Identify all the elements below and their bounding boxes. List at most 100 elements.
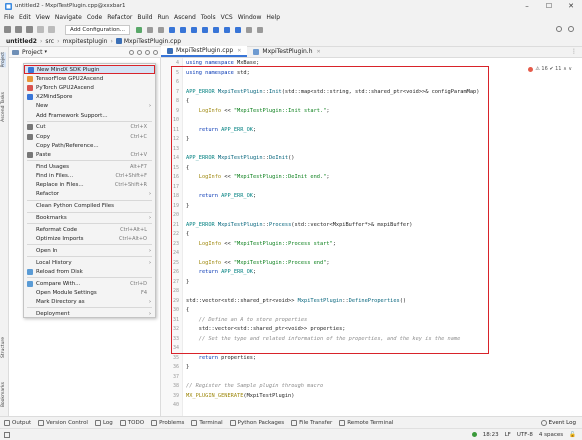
code-line[interactable]: { (186, 98, 189, 104)
code-line[interactable]: MX_PLUGIN_GENERATE(MxpiTestPlugin) (186, 393, 294, 399)
structure-tool-tab[interactable]: Structure (1, 337, 6, 358)
ascend-log-icon[interactable] (223, 26, 230, 33)
menu-item-reformat-code[interactable]: Reformat Code Ctrl+Alt+L (24, 225, 155, 234)
save-icon[interactable] (15, 26, 22, 33)
collapse-all-icon[interactable] (137, 49, 142, 55)
code-line[interactable]: { (186, 165, 189, 171)
lock-icon[interactable]: 🔓 (569, 432, 576, 438)
menu-item-refactor[interactable]: Refactor › (24, 190, 155, 199)
menu-item-local-history[interactable]: Local History › (24, 258, 155, 267)
bookmarks-tool-tab[interactable]: Bookmarks (1, 382, 6, 407)
menu-item-new[interactable]: New › (24, 102, 155, 111)
code-line[interactable]: APP_ERROR MxpiTestPlugin::Init(std::map<… (186, 89, 479, 95)
code-line[interactable]: } (186, 364, 189, 370)
tab-output[interactable]: Output (4, 419, 31, 426)
menu-item-reload-from-disk[interactable]: Reload from Disk (24, 267, 155, 276)
menu-item-replace-in-files[interactable]: Replace in Files... Ctrl+Shift+R (24, 181, 155, 190)
toggle-tool-windows-icon[interactable] (4, 431, 10, 438)
code-line[interactable]: LogInfo << "MxpiTestPlugin::DeInit end."… (186, 174, 330, 180)
menu-item-add-framework-support[interactable]: Add Framework Support... (24, 111, 155, 120)
tab-log[interactable]: Log (94, 419, 113, 426)
tab-todo[interactable]: TODO (119, 419, 144, 426)
code-line[interactable]: std::vector<std::shared_ptr<void>> MxpiT… (186, 298, 406, 304)
menu-item-compare-with[interactable]: Compare With... Ctrl+D (24, 279, 155, 288)
indent-setting[interactable]: 4 spaces (539, 432, 563, 438)
menu-item-deployment[interactable]: Deployment › (24, 309, 155, 318)
code-line[interactable]: LogInfo << "MxpiTestPlugin::Process end"… (186, 260, 330, 266)
menu-item-copy[interactable]: Copy Ctrl+C (24, 132, 155, 141)
menu-item-x2mindspore[interactable]: X2MindSpore (24, 93, 155, 102)
ascend-settings-icon[interactable] (245, 26, 252, 33)
back-icon[interactable] (37, 26, 44, 33)
menu-item-cut[interactable]: Cut Ctrl+X (24, 123, 155, 132)
tab-mxpitestplugin-cpp[interactable]: MxpiTestPlugin.cpp ✕ (161, 46, 248, 57)
breadcrumb-folder[interactable]: mxpitestplugin (63, 38, 108, 45)
ascend-model-icon[interactable] (179, 26, 186, 33)
menu-item-clean-python-compiled-files[interactable]: Clean Python Compiled Files (24, 202, 155, 211)
close-button[interactable]: ✕ (560, 0, 582, 12)
code-line[interactable]: using namespace MxBase; (186, 60, 259, 66)
menu-item-optimize-imports[interactable]: Optimize Imports Ctrl+Alt+O (24, 234, 155, 243)
code-line[interactable]: return APP_ERR_OK; (186, 193, 256, 199)
menu-tools[interactable]: Tools (201, 14, 216, 21)
menu-refactor[interactable]: Refactor (107, 14, 132, 21)
hide-panel-icon[interactable] (153, 49, 158, 55)
code-line[interactable]: return APP_ERR_OK; (186, 127, 256, 133)
file-encoding[interactable]: UTF-8 (517, 432, 533, 438)
ascend-tool-icon[interactable] (212, 26, 219, 33)
menu-build[interactable]: Build (137, 14, 152, 21)
tab-problems[interactable]: Problems (151, 419, 184, 426)
forward-icon[interactable] (48, 26, 55, 33)
options-gear-icon[interactable] (145, 49, 150, 55)
refresh-icon[interactable] (26, 26, 33, 33)
menu-item-tensorflow-gpu2ascend[interactable]: TensorFlow GPU2Ascend (24, 74, 155, 83)
breadcrumb-file[interactable]: MxpiTestPlugin.cpp (124, 38, 181, 45)
menu-navigate[interactable]: Navigate (55, 14, 82, 21)
more-tabs-icon[interactable]: ⋮ (571, 48, 577, 55)
tab-file-transfer[interactable]: File Transfer (291, 419, 332, 426)
code-line[interactable]: LogInfo << "MxpiTestPlugin::Init start."… (186, 108, 330, 114)
menu-ascend[interactable]: Ascend (174, 14, 196, 21)
caret-position[interactable]: 18:23 (483, 432, 499, 438)
tab-version-control[interactable]: Version Control (38, 419, 88, 426)
tab-terminal[interactable]: Terminal (191, 419, 223, 426)
code-line[interactable]: std::vector<std::shared_ptr<void>> prope… (186, 326, 346, 332)
settings-gear-icon[interactable] (568, 26, 574, 32)
close-tab-icon[interactable]: ✕ (237, 48, 241, 54)
code-line[interactable]: LogInfo << "MxpiTestPlugin::Process star… (186, 241, 336, 247)
code-line[interactable]: { (186, 231, 189, 237)
code-line[interactable]: APP_ERROR MxpiTestPlugin::DeInit() (186, 155, 294, 161)
ascend-profile-icon[interactable] (201, 26, 208, 33)
search-icon[interactable] (556, 26, 562, 32)
tab-mxpitestplugin-h[interactable]: MxpiTestPlugin.h ✕ (247, 46, 326, 57)
menu-run[interactable]: Run (157, 14, 169, 21)
menu-item-find-usages[interactable]: Find Usages Alt+F7 (24, 162, 155, 171)
inspection-widget[interactable]: ⚠ 16 ✔ 11 ∧ ∨ (528, 66, 572, 72)
ascend-tasks-tool-tab[interactable]: Ascend Tasks (1, 92, 6, 122)
menu-edit[interactable]: Edit (19, 14, 31, 21)
menu-item-open-in[interactable]: Open In › (24, 246, 155, 255)
build-icon[interactable] (157, 26, 164, 33)
menu-item-paste[interactable]: Paste Ctrl+V (24, 150, 155, 159)
chevron-down-icon[interactable]: ▾ (45, 49, 48, 55)
menu-item-pytorch-gpu2ascend[interactable]: PyTorch GPU2Ascend (24, 83, 155, 92)
code-line[interactable]: } (186, 136, 189, 142)
code-line[interactable]: } (186, 279, 189, 285)
menu-item-find-in-files[interactable]: Find in Files... Ctrl+Shift+F (24, 171, 155, 180)
menu-item-open-module-settings[interactable]: Open Module Settings F4 (24, 288, 155, 297)
breadcrumb-src[interactable]: src (45, 38, 54, 45)
event-log-tab[interactable]: Event Log (540, 419, 576, 426)
ascend-deploy-icon[interactable] (190, 26, 197, 33)
code-line[interactable]: } (186, 203, 189, 209)
menu-help[interactable]: Help (266, 14, 280, 21)
run-icon[interactable] (135, 26, 142, 33)
ascend-convert-icon[interactable] (168, 26, 175, 33)
minimize-button[interactable]: – (516, 0, 538, 12)
ascend-sdk-icon[interactable] (234, 26, 241, 33)
code-editor[interactable]: ⚠ 16 ✔ 11 ∧ ∨ 4 5 6 7 8 9 10 11 12 13 14 15 16 17 18 19… (161, 58, 582, 416)
menu-file[interactable]: File (4, 14, 14, 21)
menu-item-bookmarks[interactable]: Bookmarks › (24, 213, 155, 222)
locate-icon[interactable] (129, 49, 134, 55)
menu-code[interactable]: Code (87, 14, 102, 21)
breadcrumb-project[interactable]: untitled2 (6, 38, 37, 45)
